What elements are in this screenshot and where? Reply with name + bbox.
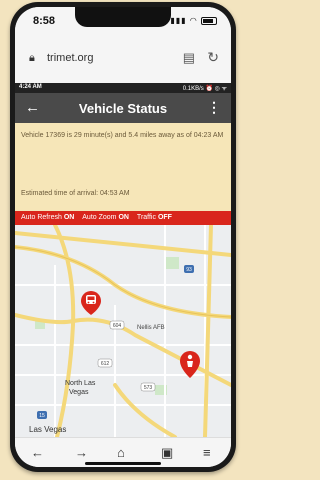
eta-text: Estimated time of arrival: 04:53 AM <box>21 190 130 197</box>
reload-icon[interactable]: ↻ <box>207 49 219 66</box>
svg-text:612: 612 <box>101 361 110 367</box>
android-status-bar: 4:24 AM 0.1KB/s ⏰ ◎ ᯤ <box>15 83 231 93</box>
lock-icon: 🔒︎ <box>29 52 35 64</box>
url-text[interactable]: trimet.org <box>47 52 93 64</box>
app-bar: ← Vehicle Status ⋮ <box>15 93 231 123</box>
hamburger-icon[interactable]: ≡ <box>203 445 211 460</box>
browser-url-bar[interactable]: 🔒︎ trimet.org ▤ ↻ <box>15 35 231 84</box>
arrow-left-icon[interactable]: ← <box>31 445 44 460</box>
street-grid <box>15 225 231 437</box>
phone-screen: 8:58 ▮▮▮ ◠ 🔒︎ trimet.org ▤ ↻ 4:24 AM 0.1… <box>15 7 231 467</box>
bus-marker-icon[interactable] <box>81 291 101 315</box>
android-time: 4:24 AM <box>19 84 42 90</box>
route-shield: 573 <box>140 382 156 392</box>
route-shield: 612 <box>97 358 113 368</box>
phone-notch <box>75 7 171 27</box>
browser-bottom-nav: ← → ⌂ ▣ ≡ <box>15 437 231 467</box>
svg-text:604: 604 <box>113 323 122 329</box>
place-label-nellis: Nellis AFB <box>137 325 165 331</box>
home-indicator <box>85 462 161 465</box>
map-canvas[interactable]: 604 93 612 573 15 Nellis AFB North Las V… <box>15 225 231 437</box>
place-label-north-las-vegas-2: Vegas <box>69 389 89 396</box>
tabs-icon[interactable]: ▣ <box>161 445 173 461</box>
highway-edges <box>15 246 231 318</box>
map-view[interactable]: 604 93 612 573 15 Nellis AFB North Las V… <box>15 225 231 437</box>
route-shield: 93 <box>184 265 194 273</box>
phone-frame: 8:58 ▮▮▮ ◠ 🔒︎ trimet.org ▤ ↻ 4:24 AM 0.1… <box>10 2 236 472</box>
auto-refresh-toggle[interactable]: Auto Refresh ON <box>21 214 74 221</box>
vehicle-info-panel: Vehicle 17369 is 29 minute(s) and 5.4 mi… <box>15 123 231 211</box>
park-area <box>165 257 179 269</box>
destination-marker-icon[interactable] <box>180 351 200 378</box>
toggle-bar: Auto Refresh ON Auto Zoom ON Traffic OFF <box>15 211 231 225</box>
page-title: Vehicle Status <box>78 101 168 116</box>
home-icon[interactable]: ⌂ <box>117 445 125 460</box>
reader-icon[interactable]: ▤ <box>183 50 195 66</box>
svg-text:15: 15 <box>39 413 45 419</box>
arrow-right-icon[interactable]: → <box>75 445 88 460</box>
wifi-icon: ◠ <box>189 16 198 25</box>
signal-icon: ▮▮▮ <box>170 16 187 25</box>
ios-time: 8:58 <box>33 15 56 27</box>
route-shield: 15 <box>37 411 47 419</box>
battery-icon <box>201 16 217 25</box>
place-label-las-vegas: Las Vegas <box>29 425 66 434</box>
auto-zoom-toggle[interactable]: Auto Zoom ON <box>82 214 129 221</box>
place-label-north-las-vegas: North Las <box>65 380 96 387</box>
route-shield: 604 <box>109 320 125 330</box>
ios-status-icons: ▮▮▮ ◠ <box>170 16 217 25</box>
svg-text:93: 93 <box>186 267 192 273</box>
traffic-toggle[interactable]: Traffic OFF <box>137 214 172 221</box>
more-vert-icon[interactable]: ⋮ <box>207 99 221 116</box>
vehicle-distance-message: Vehicle 17369 is 29 minute(s) and 5.4 mi… <box>21 132 224 139</box>
svg-text:573: 573 <box>144 385 153 391</box>
android-status-icons: 0.1KB/s ⏰ ◎ ᯤ <box>182 86 227 92</box>
